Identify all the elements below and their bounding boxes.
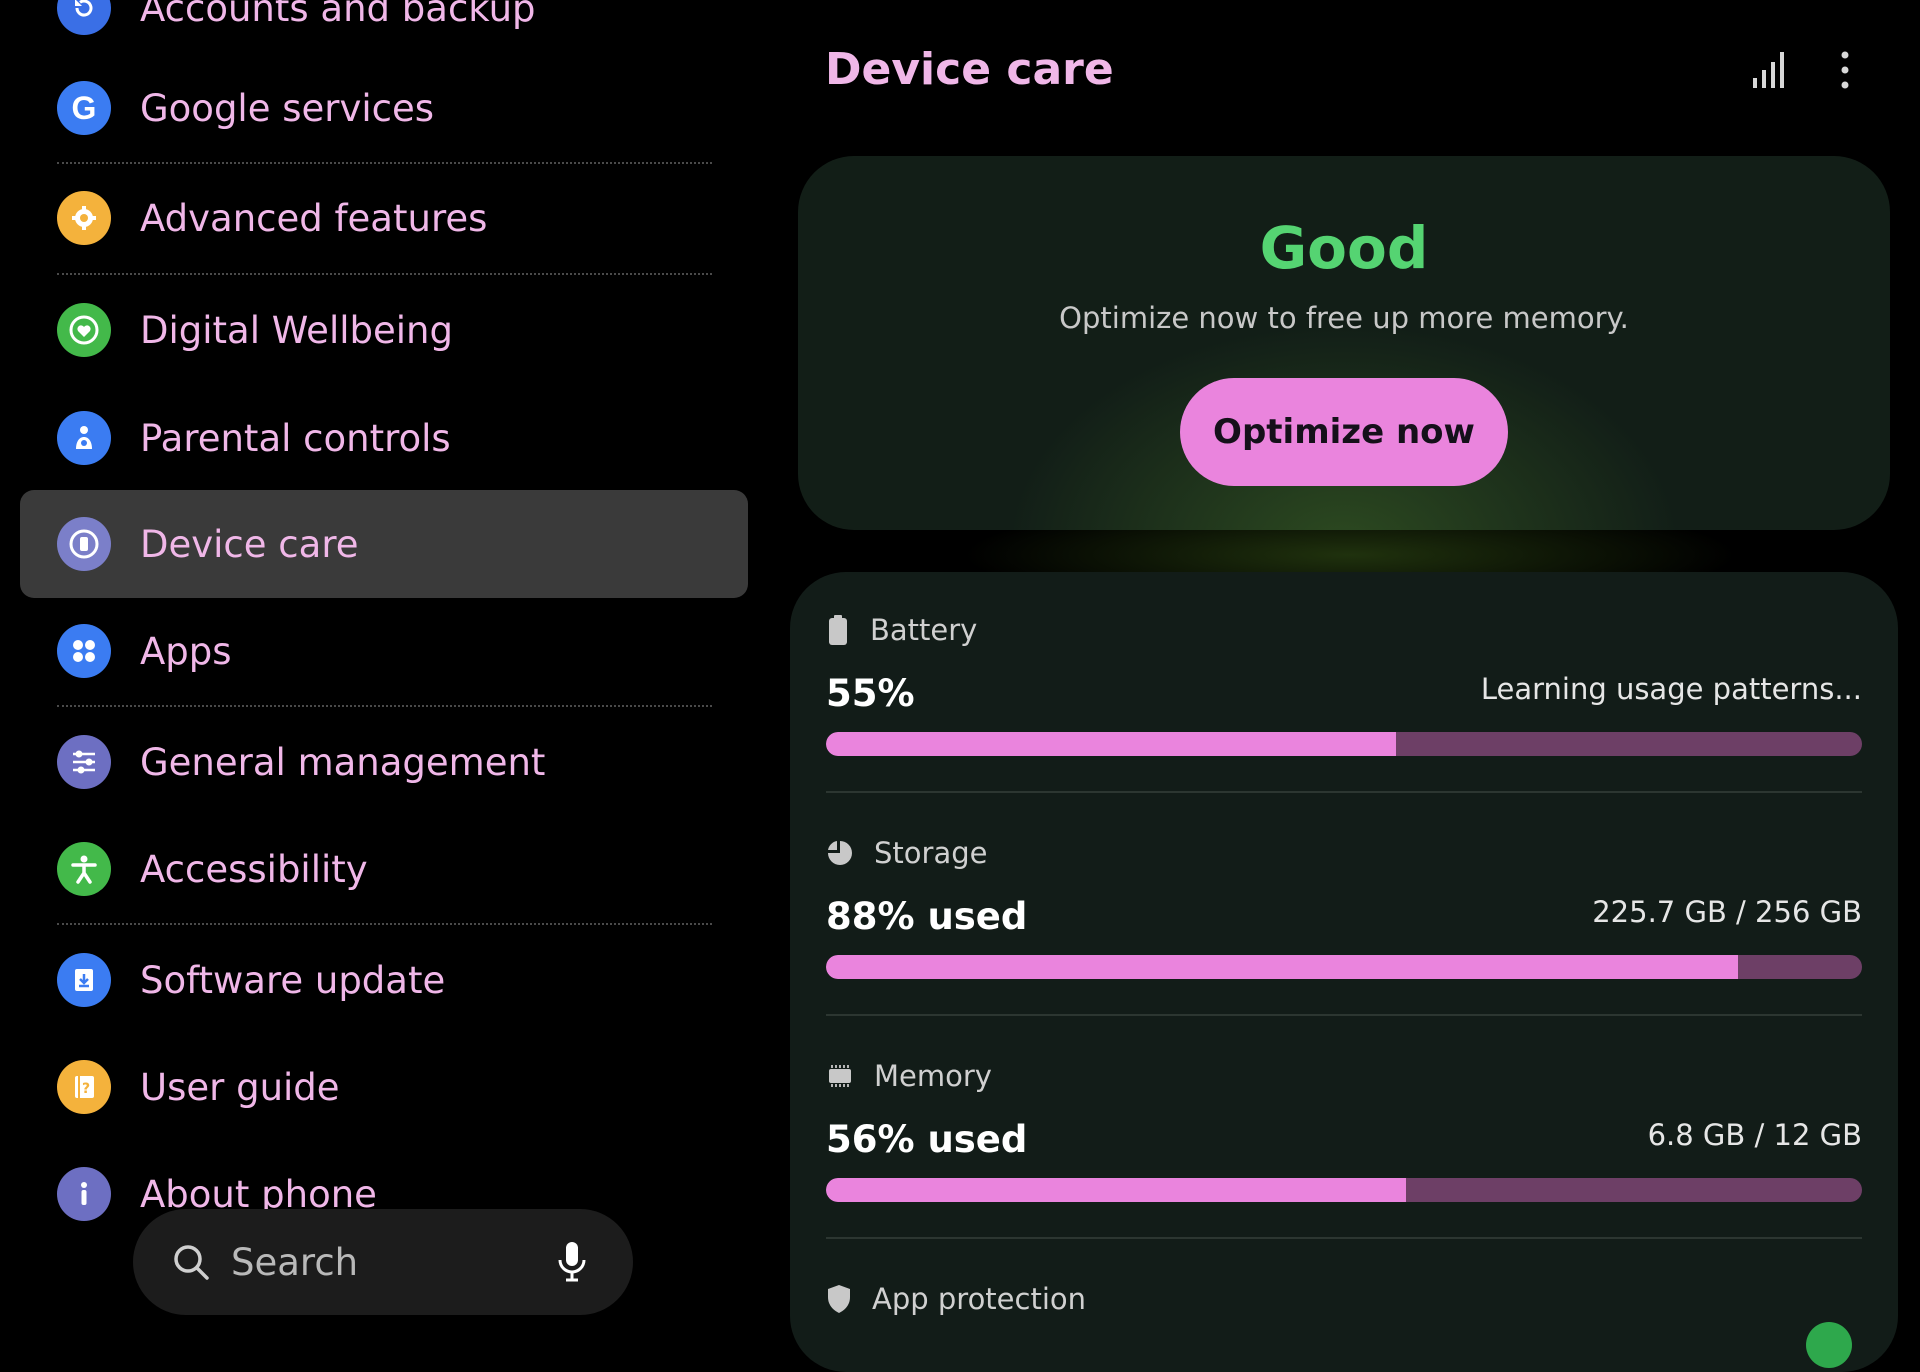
divider xyxy=(57,923,712,925)
shield-icon xyxy=(828,1285,850,1313)
optimize-now-button[interactable]: Optimize now xyxy=(1180,378,1508,486)
stats-card: Battery 55% Learning usage patterns... S… xyxy=(790,572,1898,1372)
divider xyxy=(57,705,712,707)
sidebar-item-accounts-backup[interactable]: Accounts and backup xyxy=(20,0,748,62)
app-protection-stat[interactable]: App protection xyxy=(826,1279,1862,1329)
sidebar-item-label: Google services xyxy=(140,86,435,130)
sidebar-item-software-update[interactable]: Software update xyxy=(20,926,748,1034)
sidebar-item-label: Accessibility xyxy=(140,847,368,891)
sidebar-item-label: Apps xyxy=(140,629,232,673)
page-title: Device care xyxy=(825,44,1114,95)
battery-value: 55% xyxy=(826,672,915,715)
storage-label: Storage xyxy=(874,836,988,870)
memory-value: 56% used xyxy=(826,1118,1028,1161)
sidebar-item-label: Advanced features xyxy=(140,196,488,240)
battery-progress-bar xyxy=(826,732,1862,756)
status-message: Optimize now to free up more memory. xyxy=(1059,301,1629,335)
memory-progress-fill xyxy=(826,1178,1407,1202)
search-icon xyxy=(174,1245,209,1280)
advanced-features-icon xyxy=(57,191,111,245)
battery-label: Battery xyxy=(870,613,978,647)
sidebar-item-device-care[interactable]: Device care xyxy=(20,490,748,598)
more-options-icon[interactable] xyxy=(1838,50,1852,90)
accessibility-icon xyxy=(57,842,111,896)
svg-text:?: ? xyxy=(82,1081,90,1097)
status-indicator-dot xyxy=(1806,1322,1852,1368)
accounts-backup-icon xyxy=(57,0,111,35)
sidebar-item-advanced-features[interactable]: Advanced features xyxy=(20,164,748,272)
memory-label: Memory xyxy=(874,1059,992,1093)
status-rating: Good xyxy=(1259,214,1429,282)
divider xyxy=(826,791,1862,793)
sidebar-item-label: Digital Wellbeing xyxy=(140,308,453,352)
storage-progress-bar xyxy=(826,955,1862,979)
sidebar-item-google-services[interactable]: G Google services xyxy=(20,54,748,162)
memory-progress-bar xyxy=(826,1178,1862,1202)
battery-progress-fill xyxy=(826,732,1396,756)
memory-chip-icon xyxy=(829,1065,851,1087)
storage-progress-fill xyxy=(826,955,1738,979)
parental-controls-icon xyxy=(57,411,111,465)
general-management-icon xyxy=(57,735,111,789)
divider xyxy=(826,1014,1862,1016)
device-care-icon xyxy=(57,517,111,571)
divider xyxy=(57,273,712,275)
sidebar-item-user-guide[interactable]: ? User guide xyxy=(20,1033,748,1141)
sidebar-item-label: General management xyxy=(140,740,546,784)
google-icon: G xyxy=(57,81,111,135)
user-guide-icon: ? xyxy=(57,1060,111,1114)
battery-icon xyxy=(829,615,847,645)
storage-stat[interactable]: Storage 88% used 225.7 GB / 256 GB xyxy=(826,833,1862,983)
sidebar-item-apps[interactable]: Apps xyxy=(20,597,748,705)
sidebar-item-label: Parental controls xyxy=(140,416,451,460)
search-placeholder: Search xyxy=(231,1240,359,1284)
sidebar-item-general-management[interactable]: General management xyxy=(20,708,748,816)
sidebar-item-digital-wellbeing[interactable]: Digital Wellbeing xyxy=(20,276,748,384)
digital-wellbeing-icon xyxy=(57,303,111,357)
battery-stat[interactable]: Battery 55% Learning usage patterns... xyxy=(826,610,1862,760)
sidebar-item-label: Accounts and backup xyxy=(140,0,536,30)
about-phone-icon xyxy=(57,1167,111,1221)
settings-list: Accounts and backup G Google services Ad… xyxy=(0,0,768,1336)
sidebar-item-parental-controls[interactable]: Parental controls xyxy=(20,384,748,492)
sidebar-item-label: Software update xyxy=(140,958,446,1002)
apps-icon xyxy=(57,624,111,678)
battery-status-text: Learning usage patterns... xyxy=(1480,672,1862,706)
sidebar-item-label: User guide xyxy=(140,1065,340,1109)
memory-stat[interactable]: Memory 56% used 6.8 GB / 12 GB xyxy=(826,1056,1862,1206)
search-bar[interactable]: Search xyxy=(133,1209,633,1315)
status-card: Good Optimize now to free up more memory… xyxy=(798,156,1890,530)
app-protection-label: App protection xyxy=(872,1282,1087,1316)
signal-stats-icon[interactable] xyxy=(1752,50,1786,90)
memory-amount: 6.8 GB / 12 GB xyxy=(1647,1118,1862,1152)
software-update-icon xyxy=(57,953,111,1007)
storage-pie-icon xyxy=(828,841,852,865)
sidebar-item-accessibility[interactable]: Accessibility xyxy=(20,815,748,923)
microphone-icon[interactable] xyxy=(556,1240,588,1284)
sidebar-item-label: Device care xyxy=(140,522,359,566)
storage-value: 88% used xyxy=(826,895,1028,938)
divider xyxy=(826,1237,1862,1239)
storage-amount: 225.7 GB / 256 GB xyxy=(1592,895,1862,929)
